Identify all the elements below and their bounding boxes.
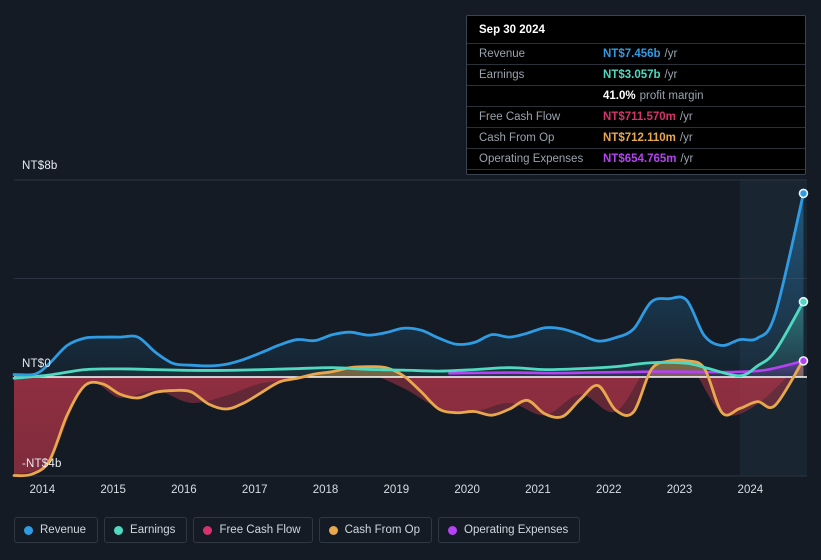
legend-item-label: Operating Expenses: [464, 524, 569, 536]
chart-legend[interactable]: Revenue Earnings Free Cash Flow Cash From O…: [14, 517, 581, 543]
endpoint-marker: [798, 356, 809, 366]
y-axis-label-zero: NT$0: [22, 358, 51, 370]
legend-color-dot: [114, 525, 124, 535]
legend-item-label: Free Cash Flow: [219, 524, 301, 536]
chart-tooltip: Sep 30 2024 Revenue NT$7.456b/yr Earnings N…: [466, 15, 806, 175]
tooltip-row-unit: /yr: [679, 132, 693, 144]
legend-item-cash-from-op[interactable]: Cash From Op: [318, 517, 433, 543]
tooltip-row-key: Free Cash Flow: [479, 111, 561, 123]
x-axis-tick-label: 2018: [312, 484, 339, 496]
tooltip-row-value: NT$3.057b: [603, 69, 661, 81]
x-axis-tick-label: 2023: [666, 484, 693, 496]
tooltip-date: Sep 30 2024: [479, 24, 545, 36]
x-axis-tick-label: 2017: [241, 484, 268, 496]
tooltip-rows: Revenue NT$7.456b/yr Earnings NT$3.057b/yr 4…: [467, 43, 805, 170]
tooltip-row: Cash From Op NT$712.110m/yr: [467, 127, 805, 148]
tooltip-row-key: Cash From Op: [479, 132, 555, 144]
x-axis-tick-label: 2019: [383, 484, 410, 496]
tooltip-row-value: NT$711.570m: [603, 111, 676, 123]
legend-item-label: Revenue: [40, 524, 87, 536]
legend-item-operating-expenses[interactable]: Operating Expenses: [438, 517, 581, 543]
tooltip-row: 41.0% profit margin: [467, 85, 805, 106]
y-axis-label-top: NT$8b: [22, 160, 58, 172]
tooltip-row-unit: /yr: [664, 48, 678, 60]
tooltip-row: Earnings NT$3.057b/yr: [467, 64, 805, 85]
x-axis-tick-label: 2024: [737, 484, 764, 496]
legend-color-dot: [203, 525, 213, 535]
x-axis-tick-label: 2021: [525, 484, 551, 496]
tooltip-row-value: NT$7.456b: [603, 48, 661, 60]
tooltip-row: Free Cash Flow NT$711.570m/yr: [467, 106, 805, 127]
x-axis-tick-label: 2016: [171, 484, 197, 496]
tooltip-row-unit: /yr: [664, 69, 678, 81]
tooltip-row: Operating Expenses NT$654.765m/yr: [467, 148, 805, 170]
legend-color-dot: [328, 525, 338, 535]
y-axis-label-bottom: -NT$4b: [22, 458, 62, 470]
tooltip-row-key: Revenue: [479, 48, 526, 60]
legend-item-label: Cash From Op: [344, 524, 421, 536]
legend-item-free-cash-flow[interactable]: Free Cash Flow: [193, 517, 313, 543]
tooltip-row-unit: /yr: [679, 111, 693, 123]
tooltip-row-value: NT$712.110m: [603, 132, 676, 144]
legend-item-revenue[interactable]: Revenue: [14, 517, 99, 543]
tooltip-row-unit: profit margin: [639, 90, 704, 102]
tooltip-row: Revenue NT$7.456b/yr: [467, 43, 805, 64]
x-axis-tick-label: 2014: [29, 484, 56, 496]
legend-color-dot: [448, 525, 458, 535]
tooltip-row-key: Earnings: [479, 69, 525, 81]
legend-color-dot: [24, 525, 33, 535]
x-axis-tick-label: 2015: [100, 484, 126, 496]
tooltip-row-value: 41.0%: [603, 90, 636, 102]
endpoint-marker: [798, 188, 809, 199]
x-axis-tick-label: 2022: [595, 484, 622, 496]
tooltip-row-key: Operating Expenses: [479, 153, 584, 165]
tooltip-row-unit: /yr: [680, 153, 694, 165]
tooltip-row-value: NT$654.765m: [603, 153, 677, 165]
legend-item-earnings[interactable]: Earnings: [104, 517, 188, 543]
endpoint-marker: [798, 296, 809, 307]
x-axis-tick-label: 2020: [454, 484, 480, 496]
legend-item-label: Earnings: [130, 524, 176, 536]
